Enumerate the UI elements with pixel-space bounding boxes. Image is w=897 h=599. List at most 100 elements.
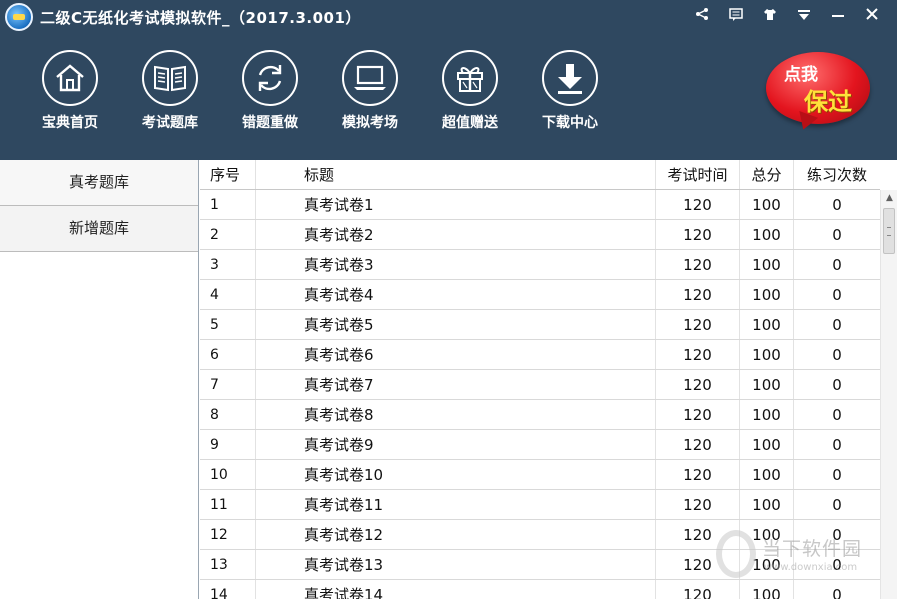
nav-item-download-center[interactable]: 下载中心: [520, 50, 620, 132]
row-exam-time: 120: [656, 250, 740, 279]
nav-label: 错题重做: [242, 115, 298, 131]
row-exam-time: 120: [656, 340, 740, 369]
row-title: 真考试卷10: [256, 460, 656, 489]
table-row[interactable]: 7 真考试卷7 120 100 0: [200, 370, 880, 400]
row-exam-time: 120: [656, 550, 740, 579]
download-icon: [542, 50, 598, 106]
row-practice-count: 0: [832, 586, 842, 599]
table-row[interactable]: 2 真考试卷2 120 100 0: [200, 220, 880, 250]
row-title: 真考试卷14: [256, 580, 656, 599]
vertical-scrollbar[interactable]: ▲: [880, 190, 897, 599]
guarantee-pass-button[interactable]: 点我 保过: [766, 52, 872, 133]
row-title: 真考试卷2: [256, 220, 656, 249]
nav-item-exam-bank[interactable]: 考试题库: [120, 50, 220, 132]
table-row[interactable]: 10 真考试卷10 120 100 0: [200, 460, 880, 490]
row-no: 14: [200, 580, 256, 599]
table-row[interactable]: 14 真考试卷14 120 100 0: [200, 580, 880, 599]
nav-label: 考试题库: [142, 115, 198, 131]
row-title: 真考试卷13: [256, 550, 656, 579]
row-practice-count: 0: [832, 376, 842, 394]
row-practice-count: 0: [832, 346, 842, 364]
row-exam-time: 120: [656, 580, 740, 599]
row-title: 真考试卷8: [256, 400, 656, 429]
row-practice-count: 0: [832, 466, 842, 484]
column-header-total-score[interactable]: 总分: [740, 160, 794, 189]
row-total-score: 100: [740, 430, 794, 459]
row-total-score: 100: [740, 490, 794, 519]
table-row[interactable]: 13 真考试卷13 120 100 0: [200, 550, 880, 580]
message-icon[interactable]: [719, 4, 753, 28]
nav-item-redo-mistakes[interactable]: 错题重做: [220, 50, 320, 132]
title-bar[interactable]: 二级C无纸化考试模拟软件_（2017.3.001）: [0, 0, 897, 34]
row-total-score: 100: [740, 370, 794, 399]
nav-item-gift[interactable]: 超值赠送: [420, 50, 520, 132]
row-no: 6: [200, 340, 256, 369]
row-title: 真考试卷12: [256, 520, 656, 549]
row-title: 真考试卷6: [256, 340, 656, 369]
nav-label: 宝典首页: [42, 115, 98, 131]
row-no: 13: [200, 550, 256, 579]
row-title: 真考试卷11: [256, 490, 656, 519]
scrollbar-corner: [880, 160, 897, 190]
row-total-score: 100: [740, 520, 794, 549]
table-row[interactable]: 12 真考试卷12 120 100 0: [200, 520, 880, 550]
table-row[interactable]: 8 真考试卷8 120 100 0: [200, 400, 880, 430]
scroll-up-arrow-icon[interactable]: ▲: [881, 190, 897, 207]
minimize-icon[interactable]: [821, 4, 855, 28]
column-header-title[interactable]: 标题: [256, 160, 656, 189]
row-no: 1: [200, 190, 256, 219]
close-icon[interactable]: [855, 4, 889, 28]
column-header-no[interactable]: 序号: [200, 160, 256, 189]
scroll-thumb[interactable]: [883, 208, 895, 254]
row-exam-time: 120: [656, 190, 740, 219]
share-icon[interactable]: [685, 4, 719, 28]
table-row[interactable]: 1 真考试卷1 120 100 0: [200, 190, 880, 220]
row-practice-count: 0: [832, 286, 842, 304]
row-title: 真考试卷7: [256, 370, 656, 399]
row-exam-time: 120: [656, 490, 740, 519]
nav-item-mock-exam[interactable]: 模拟考场: [320, 50, 420, 132]
row-exam-time: 120: [656, 280, 740, 309]
sidebar-item-real-exam-bank[interactable]: 真考题库: [0, 160, 198, 206]
nav-item-home[interactable]: 宝典首页: [20, 50, 120, 132]
row-total-score: 100: [740, 550, 794, 579]
row-practice-count: 0: [832, 406, 842, 424]
row-total-score: 100: [740, 220, 794, 249]
nav-label: 超值赠送: [442, 115, 498, 131]
row-no: 3: [200, 250, 256, 279]
menu-icon[interactable]: [787, 4, 821, 28]
table-row[interactable]: 6 真考试卷6 120 100 0: [200, 340, 880, 370]
table-row[interactable]: 11 真考试卷11 120 100 0: [200, 490, 880, 520]
nav-label: 模拟考场: [342, 115, 398, 131]
table-row[interactable]: 9 真考试卷9 120 100 0: [200, 430, 880, 460]
row-total-score: 100: [740, 190, 794, 219]
column-header-exam-time[interactable]: 考试时间: [656, 160, 740, 189]
row-no: 4: [200, 280, 256, 309]
row-exam-time: 120: [656, 460, 740, 489]
row-exam-time: 120: [656, 310, 740, 339]
table-body: 1 真考试卷1 120 100 0 2 真考试卷2 120 100 0 3 真考试卷3 120 100 0 4…: [200, 190, 880, 599]
sidebar-item-new-question-bank[interactable]: 新增题库: [0, 206, 198, 252]
skin-icon[interactable]: [753, 4, 787, 28]
table-row[interactable]: 5 真考试卷5 120 100 0: [200, 310, 880, 340]
nav-label: 下载中心: [542, 115, 598, 131]
home-icon: [42, 50, 98, 106]
row-exam-time: 120: [656, 370, 740, 399]
row-no: 2: [200, 220, 256, 249]
gift-icon: [442, 50, 498, 106]
exam-table: 序号 标题 考试时间 总分 练习次数 1 真考试卷1 120 100 0 2 真考试卷2 12…: [200, 160, 880, 599]
row-practice-count: 0: [832, 316, 842, 334]
sidebar: 真考题库 新增题库: [0, 160, 199, 599]
app-header: 二级C无纸化考试模拟软件_（2017.3.001） 宝典首页 考试题库 错题重做…: [0, 0, 897, 160]
column-header-practice-count[interactable]: 练习次数: [794, 160, 880, 189]
row-no: 7: [200, 370, 256, 399]
refresh-icon: [242, 50, 298, 106]
window-controls: [685, 4, 889, 28]
row-total-score: 100: [740, 580, 794, 599]
row-no: 5: [200, 310, 256, 339]
row-exam-time: 120: [656, 220, 740, 249]
table-row[interactable]: 3 真考试卷3 120 100 0: [200, 250, 880, 280]
row-exam-time: 120: [656, 430, 740, 459]
row-title: 真考试卷9: [256, 430, 656, 459]
table-row[interactable]: 4 真考试卷4 120 100 0: [200, 280, 880, 310]
